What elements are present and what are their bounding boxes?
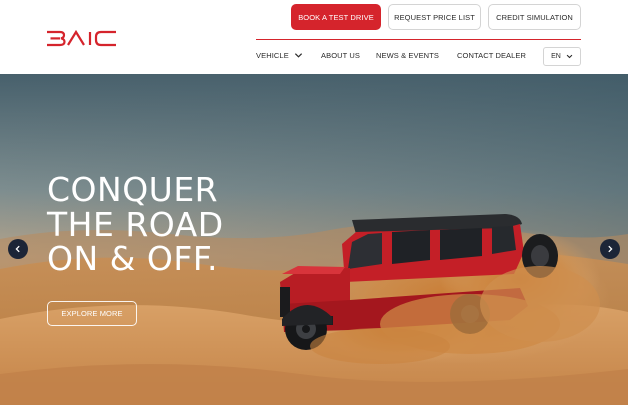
nav-contact-label: CONTACT DEALER <box>457 51 527 60</box>
chevron-left-icon <box>15 245 20 253</box>
baic-logo[interactable] <box>46 29 120 48</box>
nav-news-label: NEWS & EVENTS <box>376 51 439 60</box>
site-header: BOOK A TEST DRIVE REQUEST PRICE LIST CRE… <box>0 0 628 74</box>
language-label: EN <box>551 53 561 60</box>
hero-headline-line-1: CONQUER <box>47 170 219 209</box>
nav-contact-dealer[interactable]: CONTACT DEALER <box>457 51 526 60</box>
chevron-down-icon <box>294 53 302 58</box>
nav-about-us[interactable]: ABOUT US <box>321 51 360 60</box>
hero-banner: CONQUER THE ROAD ON & OFF. EXPLORE MORE <box>0 74 628 405</box>
chevron-down-icon <box>566 54 573 59</box>
carousel-prev-button[interactable] <box>8 239 28 259</box>
explore-more-button[interactable]: EXPLORE MORE <box>47 301 137 326</box>
nav-vehicle-label: VEHICLE <box>256 51 289 60</box>
nav-news-events[interactable]: NEWS & EVENTS <box>376 51 439 60</box>
book-test-drive-button[interactable]: BOOK A TEST DRIVE <box>291 4 381 30</box>
chevron-right-icon <box>608 245 613 253</box>
baic-logo-mark <box>47 29 116 47</box>
hero-headline: CONQUER THE ROAD ON & OFF. <box>47 170 224 278</box>
credit-simulation-button[interactable]: CREDIT SIMULATION <box>488 4 581 30</box>
language-selector[interactable]: EN <box>543 47 581 66</box>
request-price-list-button[interactable]: REQUEST PRICE LIST <box>388 4 481 30</box>
hero-headline-line-3: ON & OFF. <box>47 239 218 278</box>
header-divider <box>256 39 581 40</box>
nav-about-label: ABOUT US <box>321 51 361 60</box>
nav-vehicle[interactable]: VEHICLE <box>256 51 303 60</box>
carousel-next-button[interactable] <box>600 239 620 259</box>
hero-headline-line-2: THE ROAD <box>47 204 224 244</box>
